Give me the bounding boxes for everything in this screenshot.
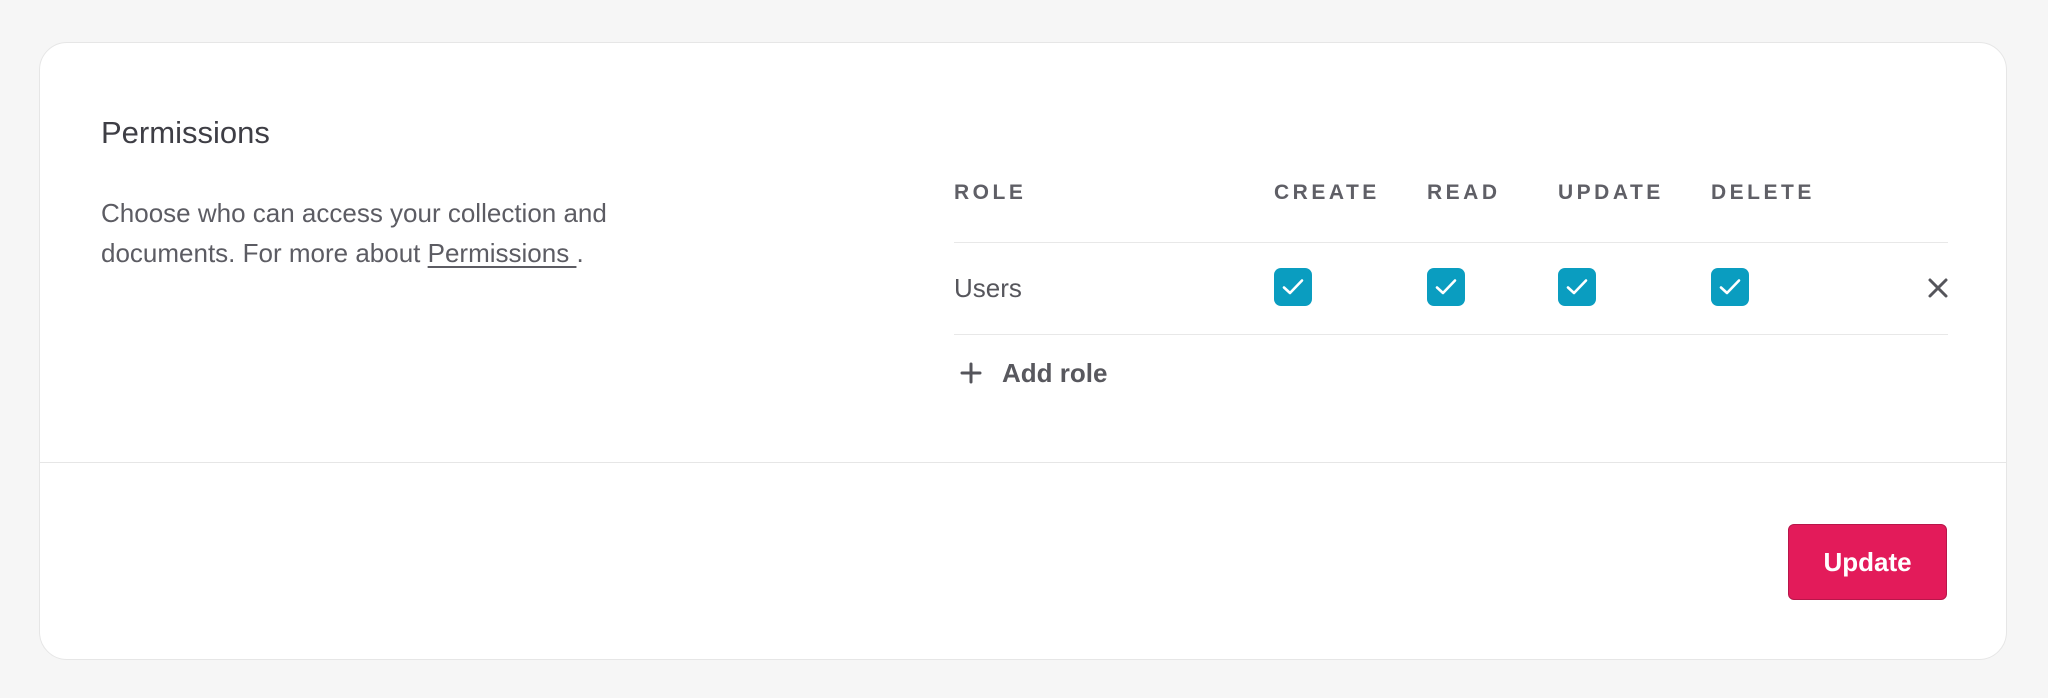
close-icon [1928,278,1948,298]
footer-divider [40,462,2006,463]
permissions-table: ROLE CREATE READ UPDATE DELETE Users Add… [954,153,1948,388]
add-role-label: Add role [1002,357,1108,388]
check-icon [1719,279,1741,295]
update-checkbox[interactable] [1558,268,1596,306]
table-row: Users [954,243,1948,335]
update-button[interactable]: Update [1788,524,1947,600]
permissions-card: Permissions Choose who can access your c… [39,42,2007,660]
create-checkbox[interactable] [1274,268,1312,306]
role-name: Users [954,273,1022,303]
description-period: . [576,238,584,268]
table-header: ROLE CREATE READ UPDATE DELETE [954,153,1948,243]
column-header-create: CREATE [1274,181,1380,204]
permissions-section: Permissions Choose who can access your c… [40,43,2006,462]
check-icon [1566,279,1588,295]
section-title: Permissions [101,115,270,150]
permissions-docs-link[interactable]: Permissions [428,238,577,268]
column-header-role: ROLE [954,181,1027,204]
check-icon [1435,279,1457,295]
section-intro: Permissions Choose who can access your c… [101,111,721,273]
read-checkbox[interactable] [1427,268,1465,306]
check-icon [1282,279,1304,295]
plus-icon [960,362,982,384]
column-header-delete: DELETE [1711,181,1815,204]
section-description: Choose who can access your collection an… [101,193,721,273]
remove-role-button[interactable] [1927,277,1949,299]
delete-checkbox[interactable] [1711,268,1749,306]
add-role-button[interactable]: Add role [960,355,1107,391]
column-header-update: UPDATE [1558,181,1664,204]
column-header-read: READ [1427,181,1501,204]
